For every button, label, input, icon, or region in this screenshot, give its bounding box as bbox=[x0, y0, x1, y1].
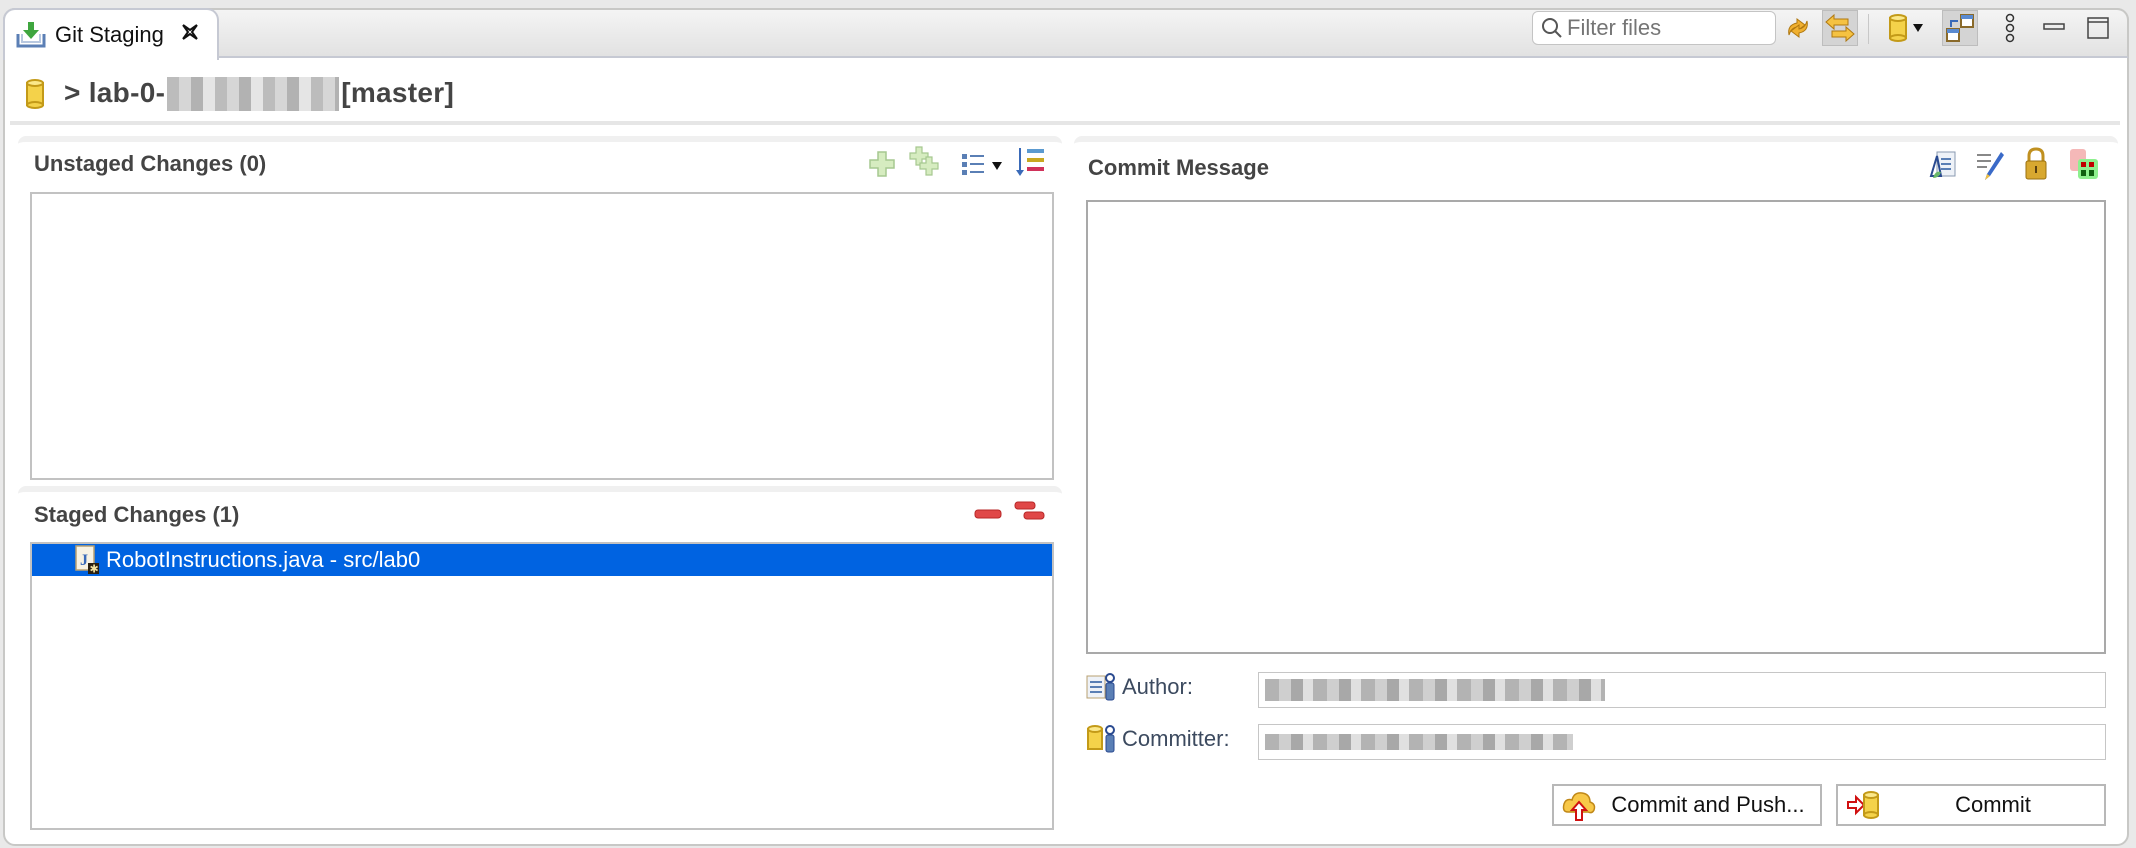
close-icon[interactable] bbox=[180, 22, 200, 48]
dropdown-arrow-icon bbox=[992, 157, 1002, 175]
unstaged-changes-list[interactable] bbox=[30, 192, 1054, 480]
signed-off-by-button[interactable] bbox=[1974, 150, 2006, 187]
committer-label: Committer: bbox=[1086, 724, 1230, 754]
view-menu-button[interactable] bbox=[1992, 10, 2028, 46]
staged-title: Staged Changes (1) bbox=[34, 502, 240, 527]
header-divider bbox=[10, 121, 2120, 125]
staged-file-label: RobotInstructions.java - src/lab0 bbox=[106, 547, 421, 572]
commit-and-push-button[interactable]: Commit and Push... bbox=[1552, 784, 1822, 826]
repository-icon bbox=[24, 78, 46, 110]
git-staging-view: Git Staging Filter files > lab-0- [maste… bbox=[0, 0, 2136, 848]
committer-icon bbox=[1086, 724, 1116, 754]
unstaged-title: Unstaged Changes (0) bbox=[34, 151, 267, 176]
minimize-icon bbox=[2042, 16, 2066, 40]
staged-file-row[interactable]: J ✱ RobotInstructions.java - src/lab0 bbox=[32, 544, 1052, 576]
search-icon bbox=[1541, 17, 1563, 39]
edit-pen-icon bbox=[1975, 150, 2005, 187]
staged-changes-list[interactable]: J ✱ RobotInstructions.java - src/lab0 bbox=[30, 542, 1054, 830]
list-icon bbox=[960, 151, 986, 182]
redacted-author bbox=[1265, 679, 1605, 701]
filter-files-field[interactable] bbox=[1532, 11, 1776, 45]
stage-all-button[interactable] bbox=[909, 145, 941, 183]
sort-icon bbox=[1014, 146, 1046, 183]
committer-label-text: Committer: bbox=[1122, 726, 1230, 751]
presentation-menu-button[interactable] bbox=[958, 150, 1004, 182]
unstage-all-button[interactable] bbox=[1014, 498, 1046, 530]
author-field[interactable] bbox=[1258, 672, 2106, 708]
commit-button[interactable]: Commit bbox=[1836, 784, 2106, 826]
svg-text:J: J bbox=[80, 552, 88, 569]
java-file-icon: J ✱ bbox=[74, 545, 100, 575]
commit-label: Commit bbox=[1955, 792, 2031, 817]
author-label-text: Author: bbox=[1122, 674, 1193, 699]
svg-text:✱: ✱ bbox=[90, 563, 99, 576]
toolbar-separator bbox=[1868, 14, 1869, 44]
git-staging-icon bbox=[15, 20, 47, 50]
dropdown-arrow-icon bbox=[1913, 24, 1923, 32]
compare-mode-button[interactable] bbox=[1822, 10, 1858, 46]
repository-header: > lab-0- [master] bbox=[24, 74, 454, 114]
commit-message-title: Commit Message bbox=[1088, 155, 1269, 180]
sort-button[interactable] bbox=[1014, 146, 1046, 183]
unstage-selected-button[interactable] bbox=[972, 500, 1004, 532]
gerrit-icon bbox=[2068, 147, 2100, 186]
presentation-toggle-button[interactable] bbox=[1942, 10, 1978, 46]
branch-name: [master] bbox=[341, 76, 455, 108]
minimize-button[interactable] bbox=[2036, 10, 2072, 46]
remove-all-icon bbox=[1014, 498, 1046, 531]
repository-select-button[interactable] bbox=[1880, 10, 1930, 46]
commit-and-push-label: Commit and Push... bbox=[1611, 792, 1805, 817]
repository-icon bbox=[1887, 13, 1909, 43]
sign-commit-button[interactable] bbox=[2020, 146, 2052, 182]
commit-message-input[interactable] bbox=[1086, 200, 2106, 654]
repository-label: > lab-0- [master] bbox=[64, 77, 454, 112]
commit-icon bbox=[1846, 790, 1882, 820]
maximize-icon bbox=[2086, 16, 2110, 40]
compare-arrows-icon bbox=[1824, 12, 1856, 44]
layout-icon bbox=[1945, 13, 1975, 43]
kebab-menu-icon bbox=[2004, 13, 2016, 43]
tab-git-staging[interactable]: Git Staging bbox=[3, 8, 219, 60]
document-history-icon bbox=[1929, 150, 1959, 187]
stage-selected-button[interactable] bbox=[866, 150, 898, 182]
committer-field[interactable] bbox=[1258, 724, 2106, 760]
refresh-icon bbox=[1783, 13, 1813, 43]
redacted-committer bbox=[1265, 734, 1573, 750]
cloud-upload-icon bbox=[1562, 788, 1596, 822]
lock-icon bbox=[2023, 146, 2049, 186]
redacted-text bbox=[167, 77, 340, 112]
repository-name: > lab-0- bbox=[64, 76, 166, 108]
change-id-button[interactable] bbox=[2068, 148, 2100, 182]
filter-files-input[interactable] bbox=[1567, 15, 1767, 41]
add-all-icon bbox=[909, 145, 941, 183]
author-icon bbox=[1086, 672, 1116, 702]
tab-title: Git Staging bbox=[55, 22, 164, 47]
previous-commit-message-button[interactable] bbox=[1928, 150, 1960, 187]
refresh-button[interactable] bbox=[1780, 10, 1816, 46]
remove-icon bbox=[973, 506, 1003, 527]
maximize-button[interactable] bbox=[2080, 10, 2116, 46]
add-icon bbox=[868, 150, 896, 183]
author-label: Author: bbox=[1086, 672, 1193, 702]
